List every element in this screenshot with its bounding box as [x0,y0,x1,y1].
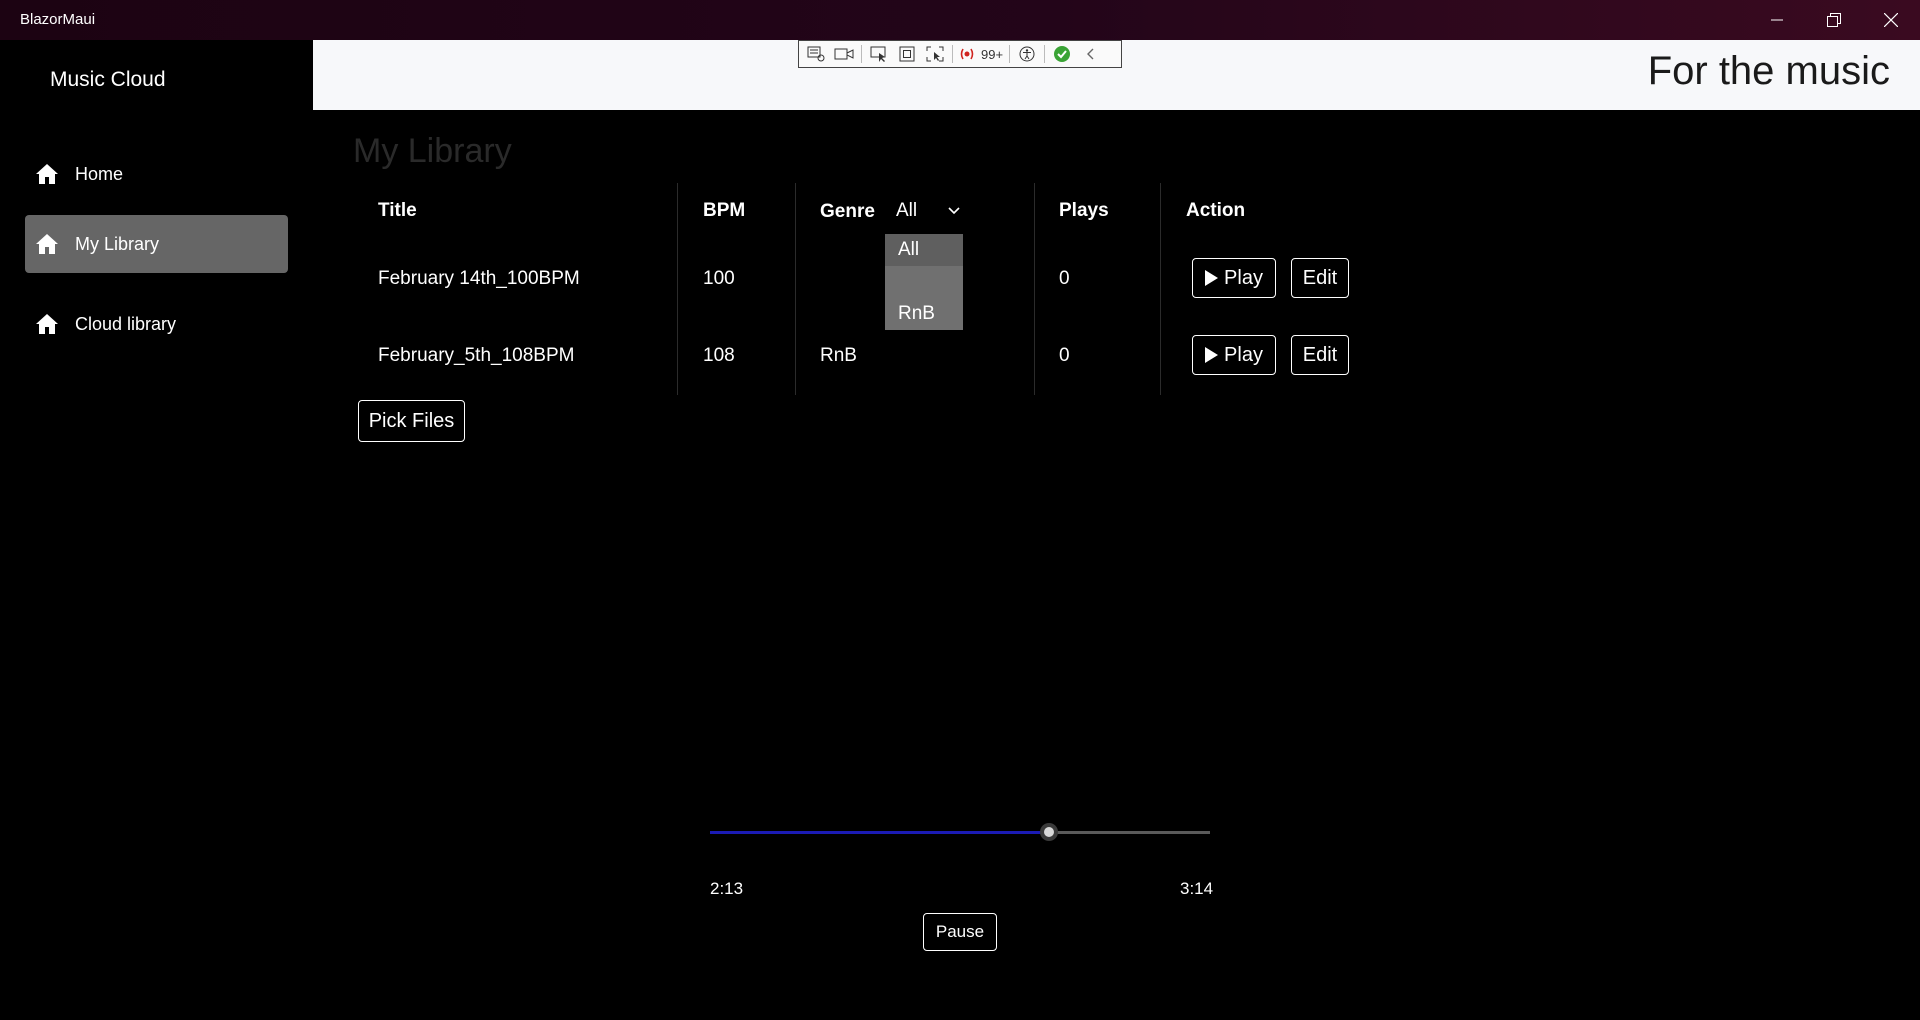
sidebar-item-home[interactable]: Home [25,145,288,203]
genre-option-all[interactable]: All [885,234,963,266]
sidebar-item-label: Cloud library [75,313,177,334]
sidebar-item-my-library[interactable]: My Library [25,215,288,273]
home-icon [35,231,61,257]
xaml-debug-toolbar: 99+ [798,40,1122,68]
genre-option-rnb[interactable]: RnB [885,298,963,330]
column-divider [677,183,678,395]
column-divider [795,183,796,395]
play-button-label: Play [1224,343,1263,366]
binding-failures-count: 99+ [981,46,1004,62]
window-titlebar: BlazorMaui [0,0,1920,40]
seek-slider-progress [710,831,1049,834]
pause-button-label: Pause [935,922,985,941]
track-genre: RnB [820,345,857,366]
display-layout-adorners-icon[interactable] [896,44,918,64]
toolbar-separator [1044,45,1046,63]
genre-dropdown-list: All RnB [885,234,963,330]
track-focus-icon[interactable] [924,44,946,64]
play-button-label: Play [1224,266,1263,289]
collapse-icon[interactable] [1079,44,1101,64]
column-divider [1160,183,1161,395]
column-divider [1034,183,1035,395]
binding-failures-icon[interactable] [959,44,975,64]
play-button[interactable]: Play [1192,335,1276,375]
pick-files-label: Pick Files [368,409,455,432]
close-icon [1884,13,1898,27]
restore-button[interactable] [1806,0,1862,40]
genre-filter-select[interactable]: All [896,200,960,222]
seek-slider-thumb[interactable] [1039,823,1058,841]
edit-button-label: Edit [1302,266,1338,289]
window-title: BlazorMaui [20,11,96,28]
play-button[interactable]: Play [1192,258,1276,298]
brand-title[interactable]: Music Cloud [50,68,166,92]
toolbar-separator [1009,45,1011,63]
minimize-button[interactable] [1749,0,1805,40]
column-header-bpm: BPM [703,200,746,221]
seek-slider[interactable] [710,823,1210,841]
play-icon [1205,347,1219,363]
restore-icon [1827,13,1841,27]
edit-button[interactable]: Edit [1291,335,1349,375]
header-tagline: For the music [1647,49,1890,93]
chevron-down-icon [948,207,960,215]
column-header-plays: Plays [1059,200,1109,221]
track-bpm: 100 [703,268,735,289]
column-header-action: Action [1186,200,1246,221]
track-plays: 0 [1059,268,1070,289]
sidebar: Music Cloud Home My Library Cloud librar… [0,40,313,1020]
genre-option-empty[interactable] [885,266,963,298]
genre-filter-value: All [896,200,918,221]
current-time: 2:13 [710,879,744,898]
home-icon [35,161,61,187]
track-bpm: 108 [703,345,735,366]
sidebar-item-label: Home [75,163,124,184]
column-header-genre: Genre [820,201,875,222]
toolbar-separator [861,45,862,63]
live-visual-tree-icon[interactable] [805,44,827,64]
edit-button[interactable]: Edit [1291,258,1349,298]
play-icon [1205,270,1219,286]
track-title: February_5th_108BPM [378,345,575,366]
sidebar-item-label: My Library [75,233,160,254]
total-time: 3:14 [1180,879,1214,898]
record-icon[interactable] [833,44,855,64]
select-element-icon[interactable] [868,44,890,64]
close-button[interactable] [1863,0,1919,40]
sidebar-item-cloud-library[interactable]: Cloud library [25,295,288,353]
track-title: February 14th_100BPM [378,268,580,289]
hot-reload-ok-icon[interactable] [1051,44,1073,64]
accessibility-icon[interactable] [1016,44,1038,64]
column-header-title: Title [378,200,417,221]
home-icon [35,311,61,337]
pick-files-button[interactable]: Pick Files [358,400,465,442]
minimize-icon [1771,19,1783,21]
pause-button[interactable]: Pause [923,913,997,951]
edit-button-label: Edit [1302,343,1338,366]
page-title: My Library [353,132,512,170]
track-plays: 0 [1059,345,1070,366]
toolbar-separator [952,45,953,63]
